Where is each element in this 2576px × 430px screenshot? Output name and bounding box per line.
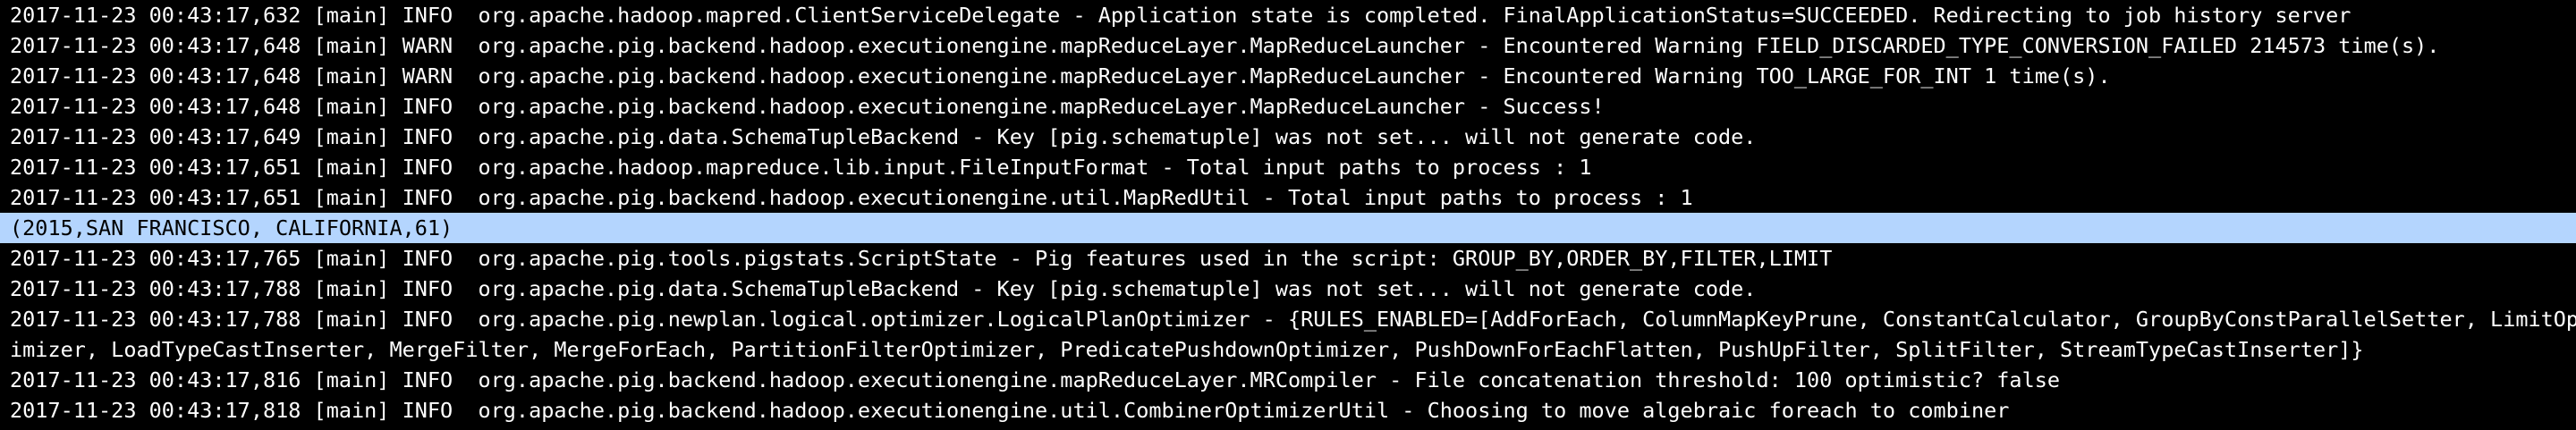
log-line: 2017-11-23 00:43:17,648 [main] WARN org.… (10, 63, 2111, 89)
log-line: 2017-11-23 00:43:17,788 [main] INFO org.… (10, 276, 1757, 301)
log-line: 2017-11-23 00:43:17,788 [main] INFO org.… (10, 307, 2576, 332)
log-line: 2017-11-23 00:43:17,818 [main] INFO org.… (10, 398, 2010, 423)
log-line: 2017-11-23 00:43:17,649 [main] INFO org.… (10, 124, 1757, 149)
log-line: 2017-11-23 00:43:17,632 [main] INFO org.… (10, 3, 2351, 28)
selected-result-line[interactable]: (2015,SAN FRANCISCO, CALIFORNIA,61) (0, 213, 2576, 243)
log-line: 2017-11-23 00:43:17,651 [main] INFO org.… (10, 185, 1693, 210)
terminal-output[interactable]: 2017-11-23 00:43:17,632 [main] INFO org.… (0, 0, 2576, 430)
log-line-wrapped: imizer, LoadTypeCastInserter, MergeFilte… (10, 337, 2364, 362)
log-line: 2017-11-23 00:43:17,816 [main] INFO org.… (10, 367, 2061, 392)
log-line: 2017-11-23 00:43:17,651 [main] INFO org.… (10, 155, 1592, 180)
log-line: 2017-11-23 00:43:17,648 [main] WARN org.… (10, 33, 2440, 58)
log-line: 2017-11-23 00:43:17,648 [main] INFO org.… (10, 94, 1605, 119)
log-line: 2017-11-23 00:43:17,765 [main] INFO org.… (10, 246, 1833, 271)
